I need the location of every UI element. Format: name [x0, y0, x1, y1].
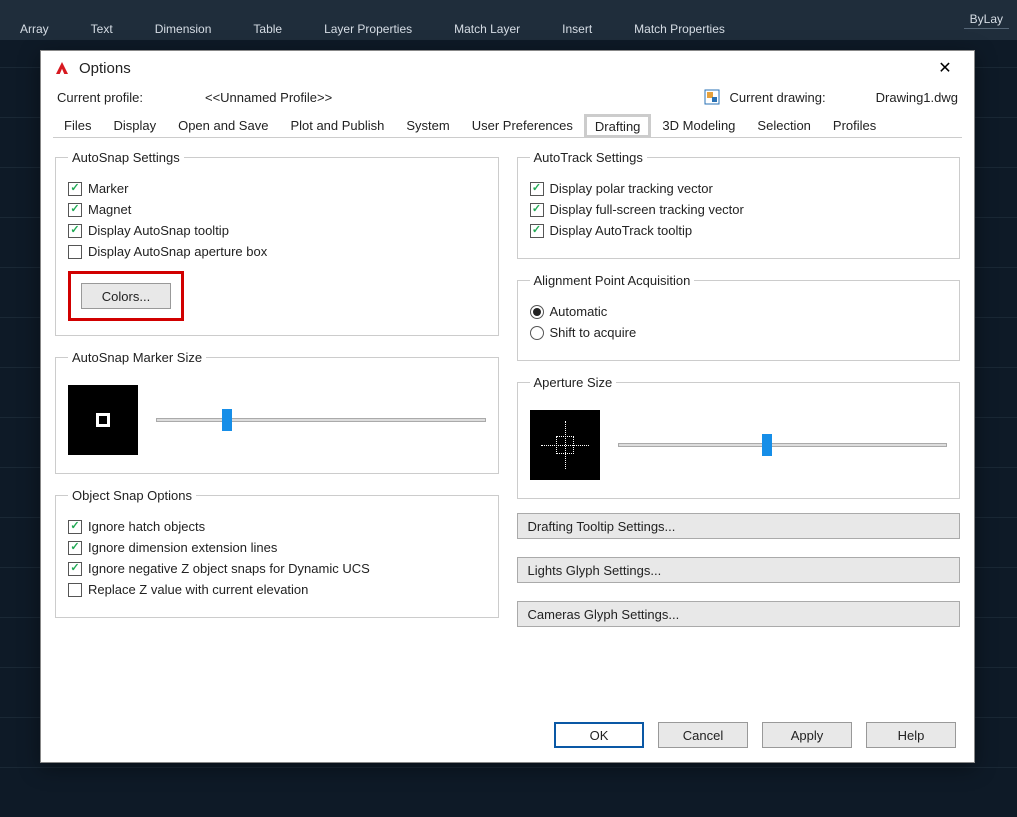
tab-system[interactable]: System — [395, 113, 460, 137]
lights-glyph-settings-button[interactable]: Lights Glyph Settings... — [517, 557, 961, 583]
ribbon-insert: Insert — [562, 23, 592, 36]
left-column: AutoSnap Settings Marker Magnet Display … — [55, 150, 499, 645]
checkbox-ignore-hatch[interactable] — [68, 520, 82, 534]
tab-3d-modeling[interactable]: 3D Modeling — [651, 113, 746, 137]
ribbon-text: Text — [91, 23, 113, 36]
autocad-logo-icon — [53, 59, 71, 77]
tab-files[interactable]: Files — [53, 113, 102, 137]
legend-autotrack: AutoTrack Settings — [530, 150, 647, 165]
tab-drafting[interactable]: Drafting — [584, 114, 652, 138]
legend-alignment: Alignment Point Acquisition — [530, 273, 695, 288]
ribbon-array: Array — [20, 23, 49, 36]
titlebar: Options ✕ — [41, 51, 974, 85]
label-aperture-box: Display AutoSnap aperture box — [88, 244, 267, 259]
aperture-preview — [530, 410, 600, 480]
legend-marker-size: AutoSnap Marker Size — [68, 350, 206, 365]
checkbox-ignore-dim-ext[interactable] — [68, 541, 82, 555]
group-object-snap-options: Object Snap Options Ignore hatch objects… — [55, 488, 499, 618]
checkbox-autosnap-tooltip[interactable] — [68, 224, 82, 238]
aperture-size-slider[interactable] — [618, 435, 948, 455]
apply-button[interactable]: Apply — [762, 722, 852, 748]
marker-square-icon — [96, 413, 110, 427]
marker-size-slider[interactable] — [156, 410, 486, 430]
tabs: Files Display Open and Save Plot and Pub… — [53, 113, 962, 138]
help-button[interactable]: Help — [866, 722, 956, 748]
colors-button[interactable]: Colors... — [81, 283, 171, 309]
label-autotrack-tooltip: Display AutoTrack tooltip — [550, 223, 693, 238]
group-autosnap-marker-size: AutoSnap Marker Size — [55, 350, 499, 474]
label-magnet: Magnet — [88, 202, 131, 217]
group-autotrack-settings: AutoTrack Settings Display polar trackin… — [517, 150, 961, 259]
ribbon-table: Table — [253, 23, 282, 36]
legend-autosnap: AutoSnap Settings — [68, 150, 184, 165]
marker-preview — [68, 385, 138, 455]
dialog-title: Options — [79, 60, 131, 77]
current-profile-label: Current profile: — [57, 90, 143, 105]
app-ribbon: Array Text Dimension Table Layer Propert… — [0, 0, 1017, 40]
checkbox-marker[interactable] — [68, 182, 82, 196]
ribbon-layer-properties: Layer Properties — [324, 23, 412, 36]
tab-profiles[interactable]: Profiles — [822, 113, 887, 137]
aperture-crosshair-icon — [541, 421, 589, 469]
group-autosnap-settings: AutoSnap Settings Marker Magnet Display … — [55, 150, 499, 336]
checkbox-ignore-neg-z[interactable] — [68, 562, 82, 576]
label-shift-to-acquire: Shift to acquire — [550, 325, 637, 340]
tab-open-and-save[interactable]: Open and Save — [167, 113, 279, 137]
checkbox-fullscreen-vector[interactable] — [530, 203, 544, 217]
label-ignore-dim-ext: Ignore dimension extension lines — [88, 540, 277, 555]
label-replace-z: Replace Z value with current elevation — [88, 582, 308, 597]
tab-display[interactable]: Display — [102, 113, 167, 137]
group-alignment-point: Alignment Point Acquisition Automatic Sh… — [517, 273, 961, 361]
group-aperture-size: Aperture Size — [517, 375, 961, 499]
dwg-file-icon — [704, 89, 720, 105]
profile-row: Current profile: <<Unnamed Profile>> Cur… — [41, 85, 974, 113]
options-dialog: Options ✕ Current profile: <<Unnamed Pro… — [40, 50, 975, 763]
tab-plot-and-publish[interactable]: Plot and Publish — [279, 113, 395, 137]
label-marker: Marker — [88, 181, 128, 196]
radio-shift-to-acquire[interactable] — [530, 326, 544, 340]
label-ignore-hatch: Ignore hatch objects — [88, 519, 205, 534]
close-button[interactable]: ✕ — [928, 53, 962, 83]
current-drawing-value: Drawing1.dwg — [876, 90, 958, 105]
ribbon-match-properties: Match Properties — [634, 23, 725, 36]
label-polar-vector: Display polar tracking vector — [550, 181, 713, 196]
tab-content: AutoSnap Settings Marker Magnet Display … — [41, 138, 974, 645]
checkbox-polar-vector[interactable] — [530, 182, 544, 196]
drafting-tooltip-settings-button[interactable]: Drafting Tooltip Settings... — [517, 513, 961, 539]
dialog-footer: OK Cancel Apply Help — [554, 722, 956, 748]
label-autosnap-tooltip: Display AutoSnap tooltip — [88, 223, 229, 238]
label-automatic: Automatic — [550, 304, 608, 319]
legend-osnap: Object Snap Options — [68, 488, 196, 503]
colors-highlight-box: Colors... — [68, 271, 184, 321]
cancel-button[interactable]: Cancel — [658, 722, 748, 748]
ribbon-match-layer: Match Layer — [454, 23, 520, 36]
right-column: AutoTrack Settings Display polar trackin… — [517, 150, 961, 645]
legend-aperture-size: Aperture Size — [530, 375, 617, 390]
ok-button[interactable]: OK — [554, 722, 644, 748]
current-profile-value: <<Unnamed Profile>> — [205, 90, 332, 105]
radio-automatic[interactable] — [530, 305, 544, 319]
tab-selection[interactable]: Selection — [746, 113, 821, 137]
ribbon-dimension: Dimension — [155, 23, 212, 36]
checkbox-autotrack-tooltip[interactable] — [530, 224, 544, 238]
cameras-glyph-settings-button[interactable]: Cameras Glyph Settings... — [517, 601, 961, 627]
bylayer-dropdown[interactable]: ByLay — [964, 10, 1009, 29]
checkbox-magnet[interactable] — [68, 203, 82, 217]
current-drawing-label: Current drawing: — [730, 90, 826, 105]
checkbox-aperture-box[interactable] — [68, 245, 82, 259]
checkbox-replace-z[interactable] — [68, 583, 82, 597]
label-ignore-neg-z: Ignore negative Z object snaps for Dynam… — [88, 561, 370, 576]
label-fullscreen-vector: Display full-screen tracking vector — [550, 202, 744, 217]
tab-user-preferences[interactable]: User Preferences — [461, 113, 584, 137]
